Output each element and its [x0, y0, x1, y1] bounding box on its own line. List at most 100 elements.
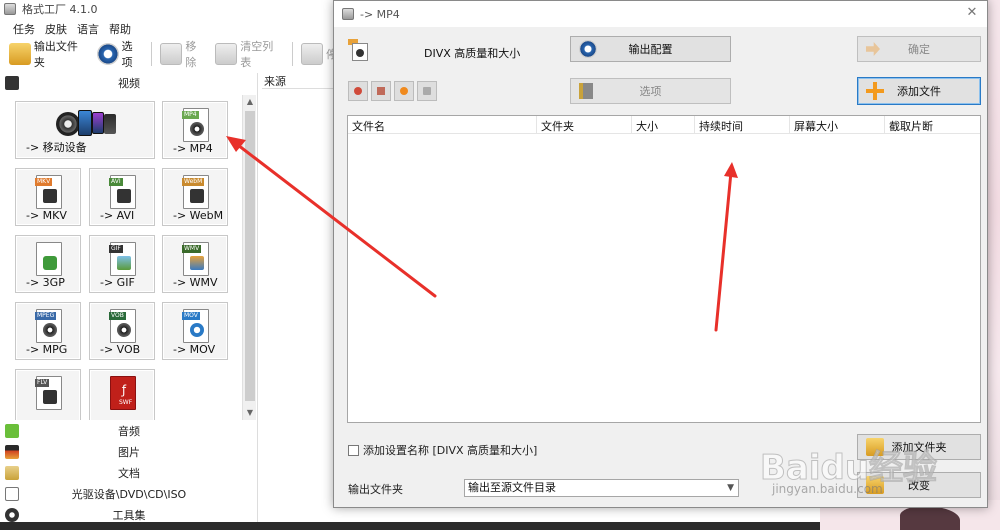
gif-tag: GIF: [109, 245, 123, 253]
clear-list-label: 清空列表: [240, 40, 274, 69]
add-setting-checkbox[interactable]: [348, 444, 359, 456]
file-table[interactable]: 文件名 文件夹 大小 持续时间 屏幕大小 截取片断: [347, 115, 981, 423]
col-filename[interactable]: 文件名: [348, 116, 537, 134]
options-button-dialog[interactable]: 选项: [570, 78, 731, 104]
output-folder-label: 输出文件夹: [33, 40, 78, 69]
swf-tag: SWF: [119, 399, 133, 406]
tile-webm[interactable]: WebM -> WebM: [162, 168, 228, 226]
dialog-titlebar: -> MP4 ✕: [334, 1, 987, 27]
remove-button[interactable]: 移除: [157, 36, 210, 72]
preset-description: DIVX 高质量和大小: [424, 47, 521, 60]
tile-3gp[interactable]: -> 3GP: [15, 235, 81, 293]
task-list-area: [258, 89, 334, 530]
remove-label: 移除: [185, 40, 197, 69]
menu-language[interactable]: 语言: [72, 19, 104, 37]
toolbar-divider: [292, 42, 294, 66]
tile-vob[interactable]: VOB -> VOB: [89, 302, 155, 360]
mpg-tag: MPEG: [35, 312, 57, 320]
menubar: 任务 皮肤 语言 帮助: [0, 19, 136, 37]
category-document-label: 文档: [118, 467, 140, 480]
webm-tag: WebM: [182, 178, 205, 186]
tile-gif[interactable]: GIF -> GIF: [89, 235, 155, 293]
category-audio[interactable]: 音频: [0, 421, 258, 441]
col-duration[interactable]: 持续时间: [695, 116, 790, 134]
tile-mov-label: -> MOV: [173, 343, 216, 356]
tile-swf[interactable]: SWF ƒ: [89, 369, 155, 420]
delete-item-icon[interactable]: [371, 81, 391, 101]
main-title: 格式工厂 4.1.0: [22, 3, 98, 16]
options-label: 选项: [121, 40, 133, 69]
flv-file-icon: FLV: [35, 376, 62, 410]
main-titlebar: 格式工厂 4.1.0: [0, 0, 340, 18]
col-folder[interactable]: 文件夹: [537, 116, 632, 134]
category-audio-label: 音频: [118, 425, 140, 438]
category-scrollbar[interactable]: ▲ ▼: [242, 95, 256, 420]
clear-icon: [215, 43, 238, 65]
menu-task[interactable]: 任务: [8, 19, 40, 37]
3gp-file-icon: [36, 242, 62, 276]
tile-wmv[interactable]: WMV -> WMV: [162, 235, 228, 293]
menu-skin[interactable]: 皮肤: [40, 19, 72, 37]
scroll-thumb[interactable]: [245, 111, 255, 401]
gif-file-icon: GIF: [109, 242, 136, 276]
mp4-tag: MP4: [182, 111, 199, 119]
category-optical[interactable]: 光驱设备\DVD\CD\ISO: [0, 484, 258, 504]
tile-mkv[interactable]: MKV -> MKV: [15, 168, 81, 226]
play-icon[interactable]: [394, 81, 414, 101]
menu-help[interactable]: 帮助: [104, 19, 136, 37]
toolbar-divider: [151, 42, 153, 66]
tile-mobile-device[interactable]: -> 移动设备: [15, 101, 155, 159]
music-note-icon: [5, 424, 19, 438]
baidu-watermark: Baidu经验 jingyan.baidu.com: [759, 440, 980, 500]
col-clip[interactable]: 截取片断: [885, 116, 980, 134]
tile-avi[interactable]: AVI -> AVI: [89, 168, 155, 226]
options-dialog-label: 选项: [639, 85, 662, 98]
category-video[interactable]: 视频: [0, 73, 258, 93]
category-picture[interactable]: 图片: [0, 442, 258, 462]
output-config-label: 输出配置: [628, 43, 673, 56]
category-document[interactable]: 文档: [0, 463, 258, 483]
info-icon[interactable]: [417, 81, 437, 101]
gear-icon: [96, 43, 119, 65]
mobile-device-icon: [56, 108, 116, 138]
col-size[interactable]: 大小: [632, 116, 695, 134]
close-icon[interactable]: ✕: [965, 6, 979, 20]
output-folder-select[interactable]: 输出至源文件目录 ▼: [464, 479, 739, 497]
options-button[interactable]: 选项: [94, 36, 147, 72]
category-tools-label: 工具集: [112, 509, 146, 522]
tile-flv[interactable]: FLV: [15, 369, 81, 420]
ok-button[interactable]: 确定: [857, 36, 981, 62]
mp4-preset-icon: [348, 39, 370, 61]
clear-list-button[interactable]: 清空列表: [212, 36, 287, 72]
remove-item-icon[interactable]: [348, 81, 368, 101]
scroll-up-arrow-icon[interactable]: ▲: [243, 95, 257, 109]
watermark-sub: jingyan.baidu.com: [772, 482, 883, 496]
source-column-header[interactable]: 来源: [262, 73, 334, 89]
tile-vob-label: -> VOB: [100, 343, 141, 356]
output-config-button[interactable]: 输出配置: [570, 36, 731, 62]
col-screen-size[interactable]: 屏幕大小: [790, 116, 885, 134]
tile-mov[interactable]: MOV -> MOV: [162, 302, 228, 360]
scroll-down-arrow-icon[interactable]: ▼: [243, 406, 257, 420]
format-grid: -> 移动设备 MP4 -> MP4 MKV -> MKV AVI -> AVI…: [4, 95, 240, 420]
tile-mp4-label: -> MP4: [173, 142, 213, 155]
mpg-file-icon: MPEG: [35, 309, 62, 343]
mkv-file-icon: MKV: [35, 175, 62, 209]
add-setting-name-row[interactable]: 添加设置名称 [DIVX 高质量和大小]: [348, 442, 537, 458]
config-gear-icon: [579, 40, 597, 58]
tile-mkv-label: -> MKV: [26, 209, 67, 222]
tile-mobile-label: -> 移动设备: [26, 141, 87, 154]
add-file-button[interactable]: 添加文件: [857, 77, 981, 105]
tile-mpg[interactable]: MPEG -> MPG: [15, 302, 81, 360]
wmv-tag: WMV: [182, 245, 202, 253]
stop-icon: [301, 43, 324, 65]
plus-icon: [866, 82, 884, 100]
tile-mp4[interactable]: MP4 -> MP4: [162, 101, 228, 159]
tile-wmv-label: -> WMV: [173, 276, 218, 289]
remove-icon: [160, 43, 183, 65]
dialog-app-icon: [342, 8, 354, 20]
ok-label: 确定: [908, 43, 930, 56]
mkv-tag: MKV: [35, 178, 53, 186]
output-folder-button[interactable]: 输出文件夹: [6, 36, 92, 72]
tile-gif-label: -> GIF: [100, 276, 135, 289]
